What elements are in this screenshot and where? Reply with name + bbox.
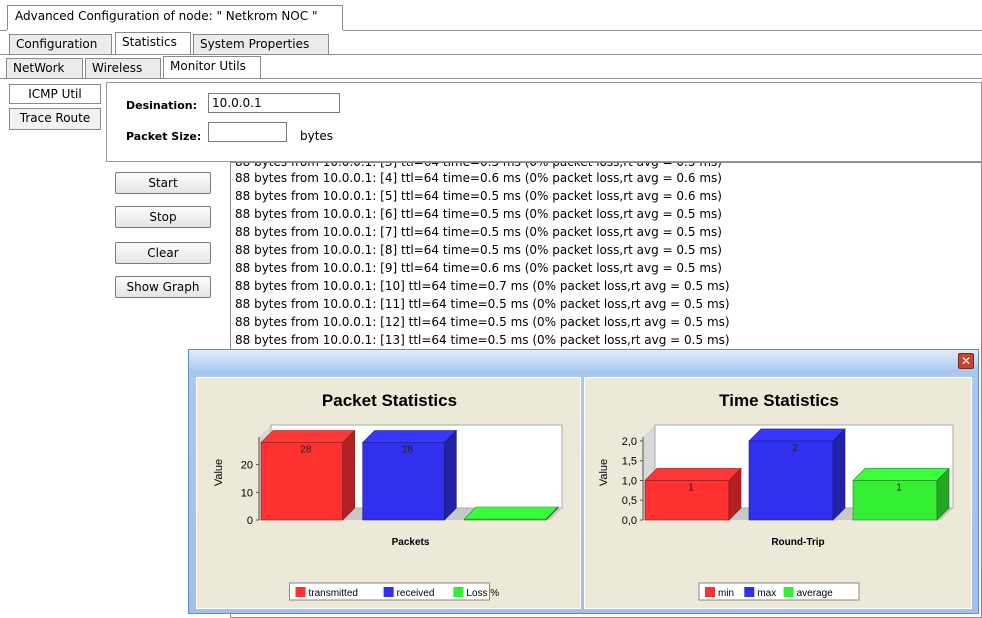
tab-label: NetWork <box>13 61 65 75</box>
destination-input[interactable] <box>208 93 340 113</box>
bar-top <box>361 430 458 443</box>
output-line: 88 bytes from 10.0.0.1: [6] ttl=64 time=… <box>235 207 722 221</box>
y-tick-label: 20 <box>241 460 253 472</box>
bar-value-label: 2 <box>792 443 798 454</box>
output-line: 88 bytes from 10.0.0.1: [8] ttl=64 time=… <box>235 243 722 257</box>
close-icon[interactable]: ✕ <box>958 353 974 369</box>
bar-top <box>644 468 742 481</box>
output-line: 88 bytes from 10.0.0.1: [11] ttl=64 time… <box>235 297 730 311</box>
legend-swatch <box>383 587 394 597</box>
bar-side <box>444 429 457 521</box>
legend-label: min <box>718 588 734 599</box>
side-tool-label: Trace Route <box>19 111 91 125</box>
divider <box>0 54 982 55</box>
packet-size-label: Packet Size: <box>126 130 202 143</box>
y-tick-label: 0,5 <box>622 495 637 507</box>
divider <box>343 30 982 31</box>
y-tick-label: 0,0 <box>622 515 637 527</box>
tab-label: Configuration <box>16 37 98 51</box>
divider <box>0 30 7 31</box>
packet-statistics-panel: Packet Statistics 0 10 20 Value 28 28 Packets tr… <box>196 377 581 609</box>
output-line: 88 bytes from 10.0.0.1: [7] ttl=64 time=… <box>235 225 722 239</box>
output-line: 88 bytes from 10.0.0.1: [12] ttl=64 time… <box>235 315 730 329</box>
legend-label: transmitted <box>309 588 358 599</box>
y-tick-label: 1,0 <box>622 475 637 487</box>
bar-value-label: 28 <box>402 445 414 456</box>
y-tick-label: 1,5 <box>622 456 637 468</box>
output-line: 88 bytes from 10.0.0.1: [13] ttl=64 time… <box>235 333 730 347</box>
bar-top <box>852 468 950 481</box>
legend-label: average <box>797 588 834 599</box>
tab-label: System Properties <box>200 37 310 51</box>
bar-value-label: 28 <box>300 445 312 456</box>
packet-size-input[interactable] <box>208 122 287 142</box>
bar-side <box>832 428 846 521</box>
tab-label: Statistics <box>122 35 177 49</box>
show-graph-button[interactable]: Show Graph <box>115 276 211 298</box>
chart-title: Time Statistics <box>719 391 839 410</box>
bar-top <box>463 506 559 520</box>
stop-button[interactable]: Stop <box>115 206 211 228</box>
destination-label: Desination: <box>126 99 197 112</box>
window-title: Advanced Configuration of node: " Netkro… <box>15 9 318 23</box>
side-tool-label: ICMP Util <box>28 87 82 101</box>
tab-wireless[interactable]: Wireless <box>85 58 161 78</box>
packet-statistics-chart: Packet Statistics 0 10 20 Value 28 28 Packets tr… <box>213 391 563 601</box>
legend-label: max <box>757 588 776 599</box>
graph-window-titlebar[interactable]: ✕ <box>189 350 978 372</box>
legend-label: received <box>397 588 435 599</box>
divider <box>0 78 982 79</box>
bar-value-label: 1 <box>688 482 694 493</box>
y-axis-label: Value <box>213 459 225 486</box>
time-statistics-chart: Time Statistics 0,0 0,5 1,0 1,5 2,0 Value 1 2 1 Ro… <box>598 391 954 601</box>
tab-statistics[interactable]: Statistics <box>115 32 191 54</box>
clear-button[interactable]: Clear <box>115 242 211 264</box>
y-tick-label: 10 <box>241 487 253 499</box>
bar-min <box>644 480 730 521</box>
trace-route-button[interactable]: Trace Route <box>9 108 101 130</box>
tab-label: Wireless <box>92 61 143 75</box>
tab-system-properties[interactable]: System Properties <box>193 34 329 54</box>
bar-average <box>852 480 938 521</box>
legend-swatch <box>705 587 715 597</box>
bytes-unit-label: bytes <box>300 129 334 143</box>
tab-network[interactable]: NetWork <box>6 58 83 78</box>
legend-label: Loss % <box>466 588 499 599</box>
output-line: 88 bytes from 10.0.0.1: [4] ttl=64 time=… <box>235 171 722 185</box>
bar-max <box>748 440 834 521</box>
start-button[interactable]: Start <box>115 172 211 194</box>
y-axis-label: Value <box>598 459 610 486</box>
tab-label: Monitor Utils <box>170 59 246 73</box>
time-statistics-panel: Time Statistics 0,0 0,5 1,0 1,5 2,0 Value 1 2 1 Ro… <box>584 377 972 609</box>
bar-side <box>342 429 355 521</box>
x-axis-label: Round-Trip <box>771 537 824 548</box>
output-line: 88 bytes from 10.0.0.1: [3] ttl=64 time=… <box>235 162 722 169</box>
tab-monitor-utils[interactable]: Monitor Utils <box>163 56 261 78</box>
y-tick-label: 0 <box>247 515 253 527</box>
chart-title: Packet Statistics <box>322 391 457 410</box>
legend-swatch <box>453 587 464 597</box>
output-line: 88 bytes from 10.0.0.1: [5] ttl=64 time=… <box>235 189 722 203</box>
bar-top <box>748 428 846 442</box>
tab-configuration[interactable]: Configuration <box>9 34 112 54</box>
bar-value-label: 1 <box>896 482 902 493</box>
icmp-util-button[interactable]: ICMP Util <box>9 84 101 104</box>
legend-swatch <box>295 587 306 597</box>
legend-swatch <box>783 587 794 597</box>
window-title-tab: Advanced Configuration of node: " Netkro… <box>7 5 343 30</box>
ping-form-panel: Desination: Packet Size: bytes <box>106 82 982 162</box>
output-line: 88 bytes from 10.0.0.1: [10] ttl=64 time… <box>235 279 730 293</box>
legend-swatch <box>744 587 755 597</box>
x-axis-label: Packets <box>392 537 430 548</box>
bar-top <box>260 430 356 443</box>
y-tick-label: 2,0 <box>622 436 637 448</box>
output-line: 88 bytes from 10.0.0.1: [9] ttl=64 time=… <box>235 261 722 275</box>
graph-window[interactable]: ✕ Packet Statistics 0 10 20 Value 28 28 Packets… <box>188 349 979 614</box>
